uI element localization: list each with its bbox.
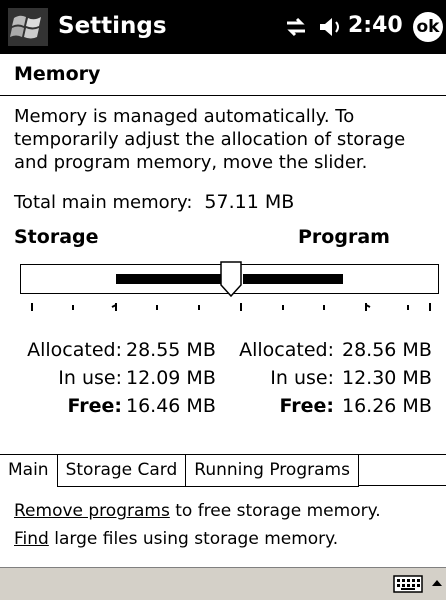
storage-allocated-label: Allocated:	[27, 339, 122, 361]
remove-programs-line: Remove programs to free storage memory.	[14, 497, 381, 525]
find-link[interactable]: Find	[14, 529, 49, 549]
ok-button[interactable]: ok	[413, 12, 443, 42]
find-files-text: large files using storage memory.	[48, 529, 339, 549]
tab-bar: Main Storage Card Running Programs	[0, 454, 446, 487]
storage-free-label: Free:	[67, 395, 122, 417]
storage-stats: Allocated: 28.55 MB In use: 12.09 MB Free:…	[14, 336, 216, 420]
program-label: Program	[298, 226, 390, 248]
windows-flag-icon[interactable]	[8, 8, 48, 46]
description-text: Memory is managed automatically. To temp…	[14, 106, 406, 173]
tab-bar-filler	[358, 455, 446, 486]
storage-label: Storage	[14, 226, 99, 248]
up-arrow-icon[interactable]	[430, 574, 444, 594]
find-files-line: Find large files using storage memory.	[14, 525, 381, 553]
page-title: Memory	[14, 63, 101, 85]
keyboard-icon[interactable]	[393, 574, 423, 594]
slider-track-right	[243, 274, 343, 284]
tab-storage-card[interactable]: Storage Card	[57, 455, 187, 487]
connectivity-icon[interactable]	[283, 15, 309, 39]
title-bar: Settings 2:40 ok	[0, 0, 446, 54]
slider-track-left	[116, 274, 226, 284]
remove-programs-text: to free storage memory.	[169, 501, 381, 521]
program-free-value: 16.26 MB	[342, 395, 432, 417]
storage-allocated-value: 28.55 MB	[126, 339, 216, 361]
storage-free-value: 16.46 MB	[126, 395, 216, 417]
command-bar	[0, 567, 446, 600]
program-allocated-label: Allocated:	[239, 339, 334, 361]
clock[interactable]: 2:40	[348, 13, 403, 38]
slider-ticks	[20, 300, 439, 314]
remove-programs-link[interactable]: Remove programs	[14, 501, 170, 521]
storage-inuse-value: 12.09 MB	[126, 367, 216, 389]
tab-main[interactable]: Main	[0, 455, 58, 487]
total-memory: Total main memory: 57.11 MB	[14, 191, 294, 213]
slider-thumb[interactable]	[220, 261, 242, 297]
total-memory-label: Total main memory:	[14, 192, 193, 213]
total-memory-value: 57.11 MB	[204, 191, 295, 213]
program-allocated-value: 28.56 MB	[342, 339, 432, 361]
tab-running-programs[interactable]: Running Programs	[186, 455, 359, 487]
help-links: Remove programs to free storage memory. …	[14, 497, 381, 553]
program-inuse-value: 12.30 MB	[342, 367, 432, 389]
program-free-label: Free:	[279, 395, 334, 417]
page-header: Memory	[0, 54, 446, 96]
program-inuse-label: In use:	[270, 367, 334, 389]
storage-inuse-label: In use:	[58, 367, 122, 389]
speaker-icon[interactable]	[318, 15, 344, 39]
app-title: Settings	[58, 13, 167, 39]
memory-slider[interactable]	[20, 261, 439, 297]
program-stats: Allocated: 28.56 MB In use: 12.30 MB Free:…	[234, 336, 432, 420]
